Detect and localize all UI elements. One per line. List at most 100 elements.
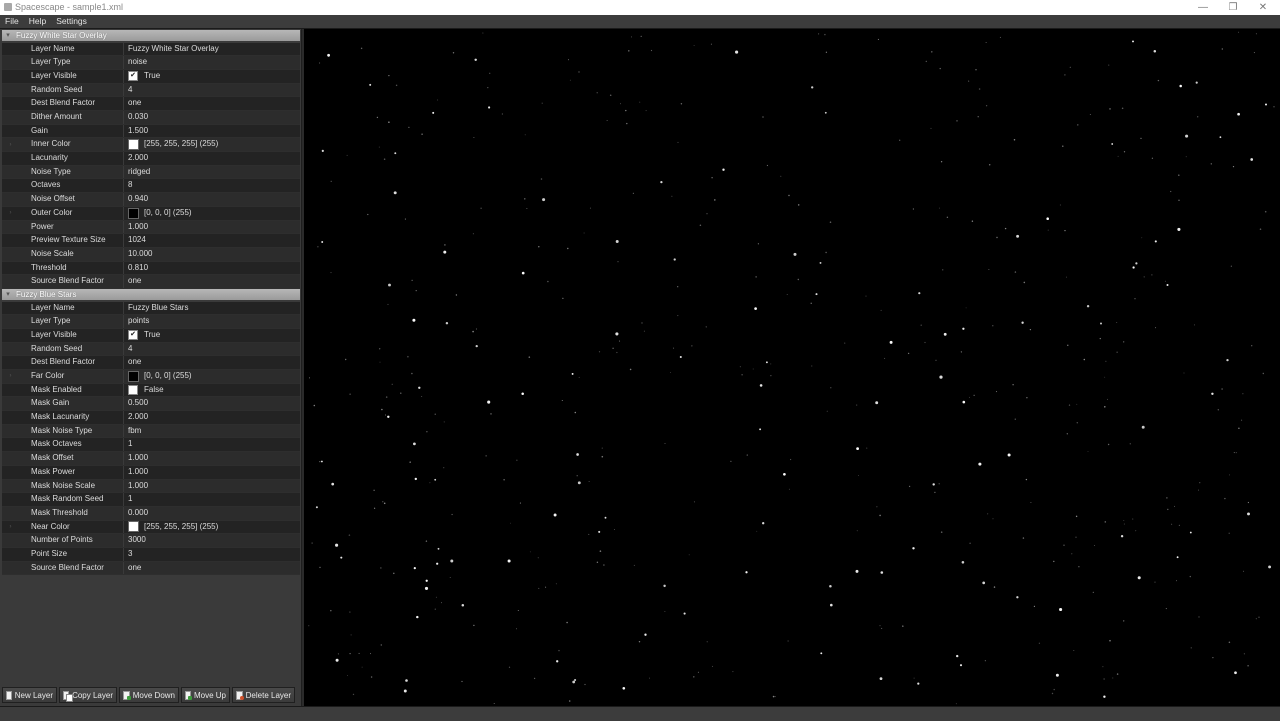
property-row[interactable]: Random Seed 4 xyxy=(2,342,300,357)
property-value[interactable]: 1.000 xyxy=(124,480,300,493)
property-row[interactable]: Mask Enabled False xyxy=(2,383,300,398)
property-row[interactable]: Mask Threshold 0.000 xyxy=(2,506,300,521)
property-row[interactable]: Layer Name Fuzzy White Star Overlay xyxy=(2,42,300,57)
property-row[interactable]: › Near Color [255, 255, 255] (255) xyxy=(2,520,300,535)
property-row[interactable]: › Inner Color [255, 255, 255] (255) xyxy=(2,138,300,153)
property-row[interactable]: › Far Color [0, 0, 0] (255) xyxy=(2,370,300,384)
property-value[interactable]: 0.810 xyxy=(124,262,300,275)
property-row[interactable]: Number of Points 3000 xyxy=(2,534,300,548)
layer-group-header[interactable]: ▾ Fuzzy White Star Overlay xyxy=(2,30,300,41)
property-value[interactable]: ✔ True xyxy=(124,70,300,83)
menu-file[interactable]: File xyxy=(0,15,24,28)
property-row[interactable]: Dest Blend Factor one xyxy=(2,356,300,370)
property-value[interactable]: Fuzzy White Star Overlay xyxy=(124,43,300,56)
property-row[interactable]: Power 1.000 xyxy=(2,220,300,235)
property-value[interactable]: 4 xyxy=(124,343,300,356)
property-value[interactable]: 3 xyxy=(124,548,300,561)
color-swatch[interactable] xyxy=(128,139,139,151)
property-value[interactable]: 0.030 xyxy=(124,111,300,124)
property-row[interactable]: Noise Type ridged xyxy=(2,165,300,180)
property-value[interactable]: 0.500 xyxy=(124,397,300,410)
property-value[interactable]: fbm xyxy=(124,425,300,438)
menu-help[interactable]: Help xyxy=(24,15,51,28)
property-value[interactable]: 3000 xyxy=(124,534,300,547)
menu-settings[interactable]: Settings xyxy=(51,15,92,28)
expand-arrow-icon[interactable]: › xyxy=(2,207,19,220)
expand-arrow-icon[interactable]: › xyxy=(2,370,19,383)
property-value[interactable]: 1 xyxy=(124,493,300,506)
property-row[interactable]: Gain 1.500 xyxy=(2,124,300,139)
property-row[interactable]: Layer Type points xyxy=(2,315,300,329)
property-value[interactable]: False xyxy=(124,384,300,397)
property-value[interactable]: [255, 255, 255] (255) xyxy=(124,521,300,534)
property-row[interactable]: Source Blend Factor one xyxy=(2,275,300,289)
copy-layer-button[interactable]: Copy Layer xyxy=(59,687,117,703)
property-row[interactable]: Point Size 3 xyxy=(2,547,300,562)
property-value[interactable]: points xyxy=(124,315,300,328)
property-value[interactable]: one xyxy=(124,562,300,575)
expand-arrow-icon[interactable]: › xyxy=(2,138,19,151)
property-row[interactable]: Mask Octaves 1 xyxy=(2,438,300,453)
property-row[interactable]: Threshold 0.810 xyxy=(2,261,300,276)
move-down-button[interactable]: Move Down xyxy=(119,687,179,703)
property-row[interactable]: Random Seed 4 xyxy=(2,83,300,98)
property-row[interactable]: Dest Blend Factor one xyxy=(2,97,300,112)
property-value[interactable]: 8 xyxy=(124,179,300,192)
property-value[interactable]: 2.000 xyxy=(124,411,300,424)
property-value[interactable]: one xyxy=(124,97,300,110)
property-value[interactable]: one xyxy=(124,356,300,369)
close-button[interactable]: ✕ xyxy=(1246,0,1280,15)
property-value[interactable]: 1024 xyxy=(124,234,300,247)
color-swatch[interactable] xyxy=(128,521,139,533)
property-row[interactable]: Mask Power 1.000 xyxy=(2,465,300,480)
property-row[interactable]: Mask Noise Type fbm xyxy=(2,424,300,439)
property-value[interactable]: one xyxy=(124,275,300,288)
property-value[interactable]: 0.940 xyxy=(124,193,300,206)
property-row[interactable]: Octaves 8 xyxy=(2,179,300,194)
property-value[interactable]: [0, 0, 0] (255) xyxy=(124,207,300,220)
checkbox[interactable] xyxy=(128,385,138,396)
property-value[interactable]: 1 xyxy=(124,438,300,451)
property-row[interactable]: Mask Offset 1.000 xyxy=(2,452,300,466)
preview-viewport[interactable] xyxy=(304,29,1280,706)
color-swatch[interactable] xyxy=(128,207,139,219)
color-swatch[interactable] xyxy=(128,370,139,382)
property-row[interactable]: Noise Offset 0.940 xyxy=(2,193,300,207)
property-row[interactable]: › Outer Color [0, 0, 0] (255) xyxy=(2,206,300,221)
property-value[interactable]: [255, 255, 255] (255) xyxy=(124,138,300,151)
property-row[interactable]: Mask Random Seed 1 xyxy=(2,493,300,507)
property-row[interactable]: Dither Amount 0.030 xyxy=(2,111,300,125)
property-value[interactable]: 4 xyxy=(124,84,300,97)
property-value[interactable]: noise xyxy=(124,56,300,69)
property-row[interactable]: Noise Scale 10.000 xyxy=(2,247,300,262)
property-row[interactable]: Mask Gain 0.500 xyxy=(2,397,300,412)
checkbox[interactable]: ✔ xyxy=(128,71,138,82)
collapse-caret-icon[interactable]: ▾ xyxy=(4,289,12,300)
restore-button[interactable]: ❐ xyxy=(1216,0,1250,15)
expand-arrow-icon[interactable]: › xyxy=(2,521,19,534)
property-row[interactable]: Lacunarity 2.000 xyxy=(2,152,300,166)
delete-layer-button[interactable]: Delete Layer xyxy=(232,687,295,703)
property-value[interactable]: 2.000 xyxy=(124,152,300,165)
property-value[interactable]: 0.000 xyxy=(124,507,300,520)
new-layer-button[interactable]: New Layer xyxy=(2,687,57,703)
property-row[interactable]: Mask Noise Scale 1.000 xyxy=(2,479,300,494)
minimize-button[interactable]: — xyxy=(1186,0,1220,15)
property-row[interactable]: Source Blend Factor one xyxy=(2,561,300,576)
property-row[interactable]: Preview Texture Size 1024 xyxy=(2,234,300,248)
property-row[interactable]: Layer Name Fuzzy Blue Stars xyxy=(2,301,300,316)
property-value[interactable]: ridged xyxy=(124,166,300,179)
property-value[interactable]: 10.000 xyxy=(124,248,300,261)
property-row[interactable]: Layer Visible ✔ True xyxy=(2,328,300,343)
collapse-caret-icon[interactable]: ▾ xyxy=(4,30,12,41)
property-value[interactable]: Fuzzy Blue Stars xyxy=(124,302,300,315)
property-row[interactable]: Layer Visible ✔ True xyxy=(2,69,300,84)
checkbox[interactable]: ✔ xyxy=(128,330,138,341)
property-row[interactable]: Layer Type noise xyxy=(2,56,300,70)
layer-group-header[interactable]: ▾ Fuzzy Blue Stars xyxy=(2,288,300,300)
property-value[interactable]: ✔ True xyxy=(124,329,300,342)
move-up-button[interactable]: Move Up xyxy=(181,687,230,703)
property-value[interactable]: 1.000 xyxy=(124,221,300,234)
property-value[interactable]: 1.000 xyxy=(124,452,300,465)
property-value[interactable]: 1.000 xyxy=(124,466,300,479)
